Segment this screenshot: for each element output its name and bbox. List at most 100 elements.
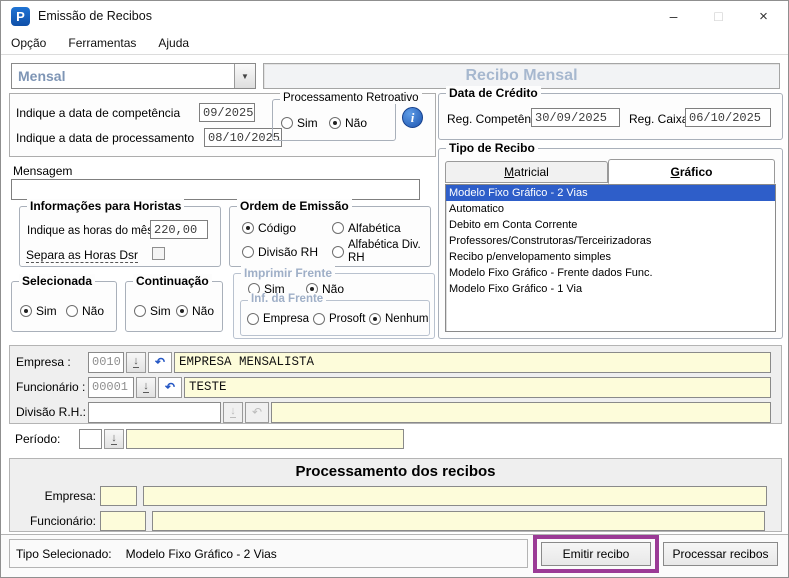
selecionada-nao-radio[interactable]: Não — [66, 304, 104, 318]
periodo-name-field[interactable] — [126, 429, 404, 449]
divisao-rh-name-field[interactable] — [271, 402, 771, 423]
entity-panel: Empresa : 0010 ↓ ↶ EMPRESA MENSALISTA Fu… — [9, 345, 782, 424]
chevron-down-icon[interactable]: ▼ — [234, 64, 255, 88]
tab-grafico-accel: G — [670, 165, 679, 179]
retroativo-nao-radio[interactable]: Não — [329, 116, 367, 130]
mensagem-input[interactable] — [11, 179, 420, 200]
funcionario-name-field[interactable]: TESTE — [184, 377, 771, 398]
undo-arrow-icon: ↶ — [155, 355, 165, 369]
selecionada-sim-radio[interactable]: Sim — [20, 304, 57, 318]
periodo-code-field[interactable] — [79, 429, 102, 449]
inf-frente-empresa-radio[interactable]: Empresa — [247, 313, 309, 325]
separa-horas-dsr-label[interactable]: Separa as Horas Dsr — [26, 248, 138, 263]
list-item[interactable]: Modelo Fixo Gráfico - 1 Via — [446, 281, 775, 297]
funcionario-undo-button[interactable]: ↶ — [158, 377, 182, 398]
reg-caixa-field[interactable]: 06/10/2025 — [685, 108, 771, 127]
close-icon[interactable]: × — [741, 1, 786, 31]
inf-frente-nenhum-label: Nenhum — [385, 313, 428, 325]
tipo-recibo-group: Tipo de Recibo Matricial Gráfico Modelo … — [438, 148, 783, 339]
list-item[interactable]: Debito em Conta Corrente — [446, 217, 775, 233]
undo-arrow-icon: ↶ — [252, 405, 262, 419]
radio-icon — [134, 305, 146, 317]
horas-mes-field[interactable]: 220,00 — [150, 220, 208, 239]
continuacao-title: Continuação — [133, 274, 212, 288]
ordem-alfabetica-radio[interactable]: Alfabética — [332, 221, 401, 235]
tipo-folha-value: Mensal — [12, 64, 234, 88]
empresa-label: Empresa : — [16, 355, 88, 369]
menu-ajuda[interactable]: Ajuda — [158, 36, 189, 50]
empresa-undo-button[interactable]: ↶ — [148, 352, 172, 373]
window-title: Emissão de Recibos — [38, 9, 152, 23]
ordem-emissao-title: Ordem de Emissão — [237, 199, 352, 213]
dates-panel: Indique a data de competência 09/2025 In… — [9, 93, 436, 157]
processamento-title: Processamento dos recibos — [10, 463, 781, 480]
arrow-down-icon: ↓ — [143, 381, 149, 393]
funcionario-lookup-button[interactable]: ↓ — [136, 377, 156, 398]
reg-caixa-label: Reg. Caixa — [629, 112, 688, 126]
menu-opcao[interactable]: Opção — [11, 36, 46, 50]
inf-frente-prosoft-radio[interactable]: Prosoft — [313, 313, 365, 325]
selecionada-group: Selecionada Sim Não — [11, 281, 117, 332]
separa-horas-dsr-checkbox[interactable] — [152, 247, 165, 260]
reg-competencia-field[interactable]: 30/09/2025 — [531, 108, 620, 127]
tipo-selecionado-label: Tipo Selecionado: — [16, 547, 112, 561]
data-processamento-label: Indique a data de processamento — [16, 131, 194, 145]
periodo-label: Período: — [15, 432, 79, 446]
inf-frente-prosoft-label: Prosoft — [329, 313, 365, 325]
periodo-lookup-button[interactable]: ↓ — [104, 429, 124, 449]
tipo-folha-select[interactable]: Mensal ▼ — [11, 63, 256, 89]
tab-grafico[interactable]: Gráfico — [608, 159, 775, 184]
emitir-recibo-button[interactable]: Emitir recibo — [541, 542, 651, 566]
data-competencia-field[interactable]: 09/2025 — [199, 103, 255, 122]
arrow-down-icon: ↓ — [133, 356, 139, 368]
funcionario-row: Funcionário : 00001 ↓ ↶ TESTE — [10, 376, 781, 398]
app-logo-icon: P — [11, 7, 30, 26]
inf-frente-empresa-label: Empresa — [263, 313, 309, 325]
radio-icon — [242, 246, 254, 258]
title-bar: P Emissão de Recibos – □ × — [1, 1, 788, 31]
horistas-group: Informações para Horistas Indique as hor… — [19, 206, 221, 267]
list-item[interactable]: Modelo Fixo Gráfico - Frente dados Func. — [446, 265, 775, 281]
data-processamento-field[interactable]: 08/10/2025 — [204, 128, 282, 147]
radio-icon — [281, 117, 293, 129]
mensagem-label: Mensagem — [13, 164, 72, 178]
tab-matricial[interactable]: Matricial — [445, 161, 608, 183]
empresa-name-field[interactable]: EMPRESA MENSALISTA — [174, 352, 771, 373]
radio-icon — [332, 246, 344, 258]
info-icon[interactable]: i — [402, 107, 423, 128]
modelo-listbox[interactable]: Modelo Fixo Gráfico - 2 Vias Automatico … — [445, 184, 776, 332]
empresa-lookup-button[interactable]: ↓ — [126, 352, 146, 373]
ordem-codigo-label: Código — [258, 221, 296, 235]
processamento-funcionario-label: Funcionário: — [10, 514, 100, 528]
list-item[interactable]: Recibo p/envelopamento simples — [446, 249, 775, 265]
ordem-emissao-group: Ordem de Emissão Código Alfabética Divis… — [229, 206, 431, 267]
funcionario-code-field[interactable]: 00001 — [88, 377, 134, 398]
list-item[interactable]: Automatico — [446, 201, 775, 217]
ordem-alfabetica-div-rh-radio[interactable]: Alfabética Div. RH — [332, 239, 422, 265]
inf-frente-nenhum-radio[interactable]: Nenhum — [369, 313, 428, 325]
processar-recibos-button[interactable]: Processar recibos — [663, 542, 778, 566]
ordem-alfabetica-label: Alfabética — [348, 221, 401, 235]
menu-ferramentas[interactable]: Ferramentas — [68, 36, 136, 50]
empresa-code-field[interactable]: 0010 — [88, 352, 124, 373]
window-controls: – □ × — [651, 1, 786, 31]
divisao-rh-code-field[interactable] — [88, 402, 221, 423]
minimize-icon[interactable]: – — [651, 1, 696, 31]
retroativo-sim-radio[interactable]: Sim — [281, 116, 318, 130]
radio-icon — [329, 117, 341, 129]
ordem-divisao-rh-radio[interactable]: Divisão RH — [242, 245, 318, 259]
continuacao-sim-radio[interactable]: Sim — [134, 304, 171, 318]
list-item[interactable]: Modelo Fixo Gráfico - 2 Vias — [446, 185, 775, 201]
data-credito-group: Data de Crédito Reg. Competência 30/09/2… — [438, 93, 783, 140]
tipo-selecionado-value: Modelo Fixo Gráfico - 2 Vias — [126, 547, 277, 561]
list-item[interactable]: Professores/Construtoras/Terceirizadoras — [446, 233, 775, 249]
inf-da-frente-group: Inf. da Frente Empresa Prosoft Nenhum — [240, 300, 430, 336]
emissao-recibos-window: P Emissão de Recibos – □ × Opção Ferrame… — [0, 0, 789, 578]
arrow-down-icon: ↓ — [111, 433, 117, 445]
divisao-rh-row: Divisão R.H.: ↓ ↶ — [10, 401, 781, 423]
processamento-funcionario-row: Funcionário: — [10, 510, 781, 531]
horistas-title: Informações para Horistas — [27, 199, 184, 213]
continuacao-nao-radio[interactable]: Não — [176, 304, 214, 318]
tipo-recibo-title: Tipo de Recibo — [446, 141, 538, 155]
ordem-codigo-radio[interactable]: Código — [242, 221, 296, 235]
